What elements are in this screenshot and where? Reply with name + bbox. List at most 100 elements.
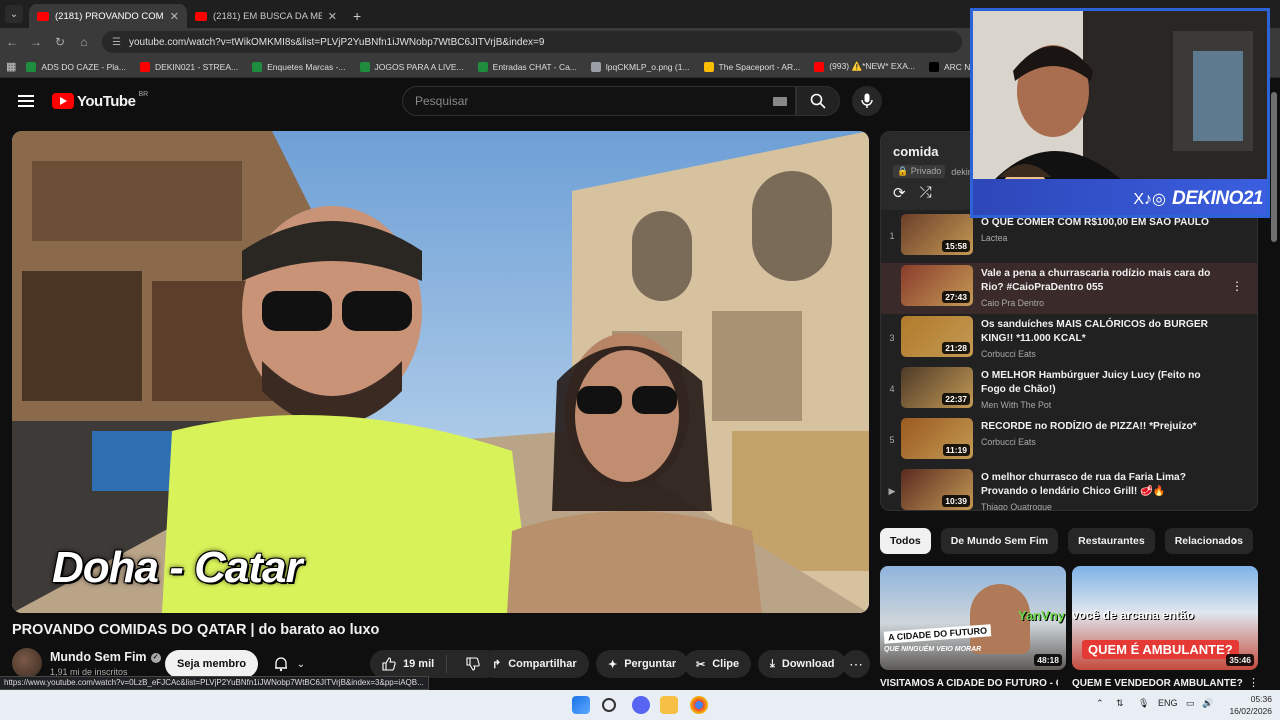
related-thumbnail[interactable]: você de arcana então QUEM É AMBULANTE? 3… xyxy=(1072,566,1258,670)
search-button[interactable] xyxy=(796,86,840,116)
clip-button[interactable]: ✂ Clipe xyxy=(684,650,752,678)
bookmark-label: Enquetes Marcas -... xyxy=(267,61,346,72)
loop-icon[interactable]: ⟳ xyxy=(893,184,906,202)
notification-bell-button[interactable]: ⌄ xyxy=(260,650,318,678)
bookmark-item[interactable]: Entradas CHAT - Ca... xyxy=(477,61,577,72)
url-field[interactable]: ☰ youtube.com/watch?v=tWikOMKMI8s&list=P… xyxy=(102,31,962,53)
bookmark-label: DEKIN021 - STREA... xyxy=(154,61,239,72)
windows-start-icon[interactable] xyxy=(572,696,590,714)
more-options-icon[interactable]: ⋮ xyxy=(1248,676,1259,689)
discord-icon[interactable] xyxy=(632,696,650,714)
playlist-item-title: Os sanduíches MAIS CALÓRICOS do BURGER K… xyxy=(981,319,1208,344)
filter-chip[interactable]: Restaurantes xyxy=(1068,528,1155,554)
channel-avatar[interactable] xyxy=(12,648,42,678)
related-filter-chips: Todos De Mundo Sem Fim Restaurantes Relacio… xyxy=(880,528,1253,554)
site-info-icon[interactable]: ☰ xyxy=(112,37,121,48)
clock-time: 05:36 xyxy=(1250,694,1272,704)
chevron-down-icon: ⌄ xyxy=(296,658,306,670)
playlist-thumbnail[interactable]: 15:58 xyxy=(901,214,973,255)
streamer-handle: DEKINO21 xyxy=(1171,188,1264,209)
playlist-item-text: O melhor churrasco de rua da Faria Lima?… xyxy=(981,467,1221,511)
youtube-logo[interactable]: YouTube BR xyxy=(52,90,149,110)
apps-grid-icon[interactable]: ▦ xyxy=(6,60,16,73)
bookmark-item[interactable]: The Spaceport - AR... xyxy=(703,61,800,72)
playlist-item[interactable]: ▶ 10:39 O melhor churrasco de rua da Faria… xyxy=(881,467,1257,511)
bookmark-item[interactable]: (993) ⚠️*NEW* EXA... xyxy=(814,61,915,72)
bookmark-item[interactable]: ADS DO CAZE - Pla... xyxy=(26,61,126,72)
tab-search-button[interactable]: ⌄ xyxy=(5,5,23,23)
bookmark-item[interactable]: JOGOS PARA A LIVE... xyxy=(359,61,464,72)
bookmark-item[interactable]: lpqCKMLP_o.png (1... xyxy=(590,61,690,72)
playlist-index: ▶ xyxy=(888,486,896,496)
new-tab-button[interactable]: + xyxy=(353,8,361,24)
monitor-icon[interactable]: ▭ xyxy=(1186,698,1195,709)
bookmark-favicon-icon xyxy=(703,61,714,72)
playlist-item[interactable]: 27:43 Vale a pena a churrascaria rodízio … xyxy=(881,263,1257,314)
download-button[interactable]: ⤓ Download xyxy=(758,650,847,678)
chat-overlay-text: você de arcana então xyxy=(1072,608,1195,622)
keyboard-lang[interactable]: ENG xyxy=(1158,698,1178,708)
bookmark-favicon-icon xyxy=(139,61,150,72)
tab-close-icon[interactable]: ✕ xyxy=(328,10,337,23)
channel-name[interactable]: Mundo Sem Fim ✓ xyxy=(50,650,161,664)
search-input[interactable]: Pesquisar xyxy=(402,86,796,116)
filter-chip[interactable]: Relacionados xyxy=(1164,528,1253,554)
related-video-card[interactable]: A CIDADE DO FUTURO QUE NINGUÉM VEIO MORA… xyxy=(880,566,1066,689)
search-icon[interactable] xyxy=(602,698,616,712)
share-button[interactable]: ↱ Compartilhar xyxy=(480,650,589,678)
bookmark-item[interactable]: Enquetes Marcas -... xyxy=(252,61,346,72)
duration-badge: 22:37 xyxy=(942,393,970,405)
playlist-thumbnail[interactable]: 10:39 xyxy=(901,469,973,510)
bookmark-item[interactable]: DEKIN021 - STREA... xyxy=(139,61,239,72)
like-button[interactable]: 19 mil xyxy=(370,655,448,673)
tab-close-icon[interactable]: ✕ xyxy=(170,10,179,23)
system-clock[interactable]: 05:36 16/02/2026 xyxy=(1216,693,1272,717)
menu-icon[interactable] xyxy=(18,95,34,107)
voice-search-button[interactable] xyxy=(852,86,882,116)
more-options-icon[interactable]: ⋮ xyxy=(1231,279,1243,293)
related-video-card[interactable]: você de arcana então QUEM É AMBULANTE? 3… xyxy=(1072,566,1258,689)
page-scrollbar[interactable] xyxy=(1271,92,1277,242)
shuffle-icon[interactable]: ⤮ xyxy=(920,184,932,202)
more-actions-button[interactable]: ⋯ xyxy=(842,650,870,678)
playlist-item[interactable]: 5 11:19 RECORDE no RODÍZIO de PIZZA!! *Pre… xyxy=(881,416,1257,467)
chevron-right-icon[interactable]: › xyxy=(1232,532,1237,550)
playlist-item-channel: Thiago Quatroque xyxy=(981,502,1052,511)
playlist-item[interactable]: 3 21:28 Os sanduíches MAIS CALÓRICOS do BU… xyxy=(881,314,1257,365)
home-icon[interactable]: ⌂ xyxy=(72,35,96,49)
playlist-item-title: O MELHOR Hambúrguer Juicy Lucy (Feito no… xyxy=(981,370,1201,395)
bookmark-favicon-icon xyxy=(590,61,601,72)
playlist-title[interactable]: comida xyxy=(893,144,939,159)
chrome-icon[interactable] xyxy=(690,696,708,714)
keyboard-icon[interactable] xyxy=(773,97,787,106)
video-player[interactable]: Doha - Catar xyxy=(12,131,869,613)
playlist-thumbnail[interactable]: 22:37 xyxy=(901,367,973,408)
playlist-thumbnail[interactable]: 27:43 xyxy=(901,265,973,306)
like-count: 19 mil xyxy=(403,658,435,670)
playlist-thumbnail[interactable]: 21:28 xyxy=(901,316,973,357)
filter-chip[interactable]: Todos xyxy=(880,528,931,554)
search-icon xyxy=(810,93,826,109)
file-explorer-icon[interactable] xyxy=(660,696,678,714)
volume-icon[interactable]: 🔊 xyxy=(1202,698,1213,709)
forward-icon[interactable]: → xyxy=(24,35,48,49)
network-icon[interactable]: ⇅ xyxy=(1116,698,1124,709)
join-button[interactable]: Seja membro xyxy=(165,650,259,678)
browser-tab-active[interactable]: (2181) PROVANDO COMIDAS D ✕ xyxy=(29,4,187,28)
ask-button[interactable]: ✦ Perguntar xyxy=(596,650,689,678)
playlist-thumbnail[interactable]: 11:19 xyxy=(901,418,973,459)
back-icon[interactable]: ← xyxy=(0,35,24,49)
mic-icon[interactable]: 🎙 xyxy=(1138,698,1149,709)
tray-chevron-icon[interactable]: ⌃ xyxy=(1096,698,1104,709)
browser-tab[interactable]: (2181) EM BUSCA DA MELHOR ✕ xyxy=(187,4,345,28)
related-thumbnail[interactable]: A CIDADE DO FUTURO QUE NINGUÉM VEIO MORA… xyxy=(880,566,1066,670)
filter-chip[interactable]: De Mundo Sem Fim xyxy=(940,528,1059,554)
video-title: PROVANDO COMIDAS DO QATAR | do barato ao… xyxy=(12,622,380,638)
playlist-item-channel: Men With The Pot xyxy=(981,400,1052,410)
playlist-item[interactable]: 1 15:58 O QUE COMER COM R$100,00 EM SÃO PA… xyxy=(881,212,1257,263)
reload-icon[interactable]: ↻ xyxy=(48,35,72,49)
playlist-item-title: Vale a pena a churrascaria rodízio mais … xyxy=(981,268,1211,293)
playlist-item[interactable]: 4 22:37 O MELHOR Hambúrguer Juicy Lucy (Fe… xyxy=(881,365,1257,416)
country-code: BR xyxy=(138,90,149,98)
bookmark-favicon-icon xyxy=(26,61,37,72)
